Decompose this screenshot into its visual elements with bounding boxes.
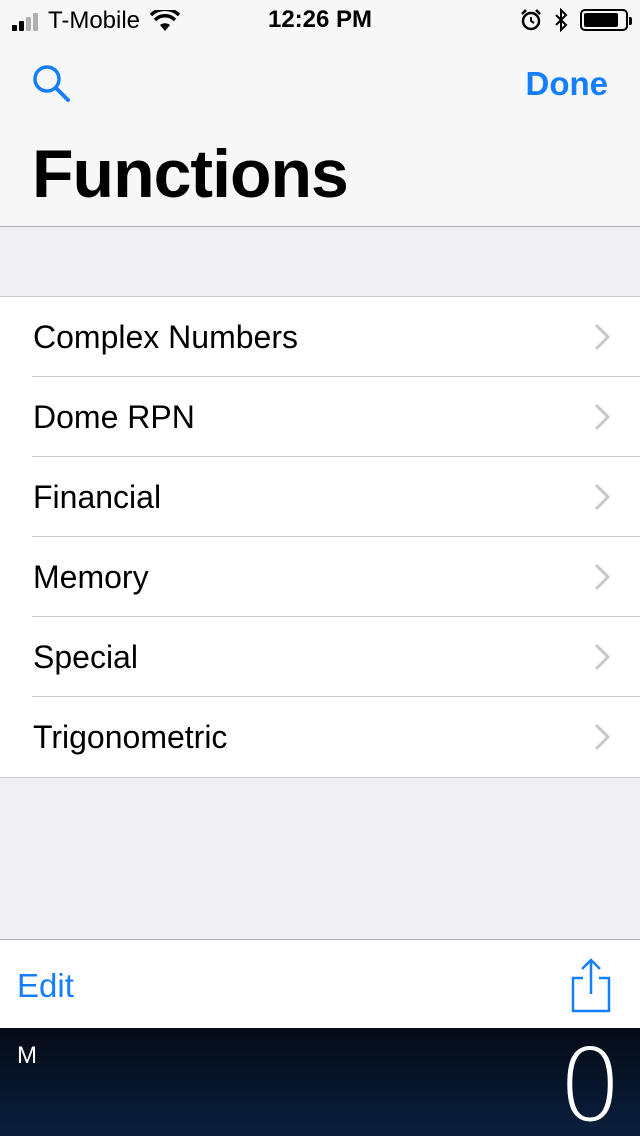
list-item-label: Memory xyxy=(33,559,149,595)
edit-button[interactable]: Edit xyxy=(17,966,74,1006)
share-icon[interactable] xyxy=(570,958,612,1014)
chevron-right-icon xyxy=(594,483,610,511)
battery-icon xyxy=(580,9,632,31)
chevron-right-icon xyxy=(594,723,610,751)
list-item-trigonometric[interactable]: Trigonometric xyxy=(0,697,640,777)
list-item-label: Financial xyxy=(33,479,162,515)
bottom-toolbar: Edit xyxy=(0,939,640,1028)
list-item-financial[interactable]: Financial xyxy=(0,457,640,537)
list-item-complex-numbers[interactable]: Complex Numbers xyxy=(0,297,640,377)
status-bar: T-Mobile 12:26 PM xyxy=(0,0,640,40)
display-value: 0 xyxy=(558,1027,622,1136)
navigation-bar: Done Functions xyxy=(0,40,640,227)
chevron-right-icon xyxy=(594,563,610,591)
list-item-memory[interactable]: Memory xyxy=(0,537,640,617)
list-item-dome-rpn[interactable]: Dome RPN xyxy=(0,377,640,457)
list-item-label: Complex Numbers xyxy=(33,319,298,355)
list-item-label: Dome RPN xyxy=(33,399,195,435)
list-item-label: Special xyxy=(33,639,138,675)
chevron-right-icon xyxy=(594,403,610,431)
bluetooth-icon xyxy=(555,8,568,32)
search-icon[interactable] xyxy=(30,62,72,104)
status-right xyxy=(508,8,632,32)
chevron-right-icon xyxy=(594,643,610,671)
page-title: Functions xyxy=(32,136,349,212)
battery-level xyxy=(584,13,618,27)
calculator-display: M 0 xyxy=(0,1028,640,1136)
alarm-icon xyxy=(521,9,541,31)
memory-indicator: M xyxy=(17,1042,37,1069)
function-list: Complex Numbers Dome RPN Financial Memor… xyxy=(0,296,640,778)
list-item-label: Trigonometric xyxy=(33,719,228,755)
list-item-special[interactable]: Special xyxy=(0,617,640,697)
done-button[interactable]: Done xyxy=(526,64,609,104)
chevron-right-icon xyxy=(594,323,610,351)
